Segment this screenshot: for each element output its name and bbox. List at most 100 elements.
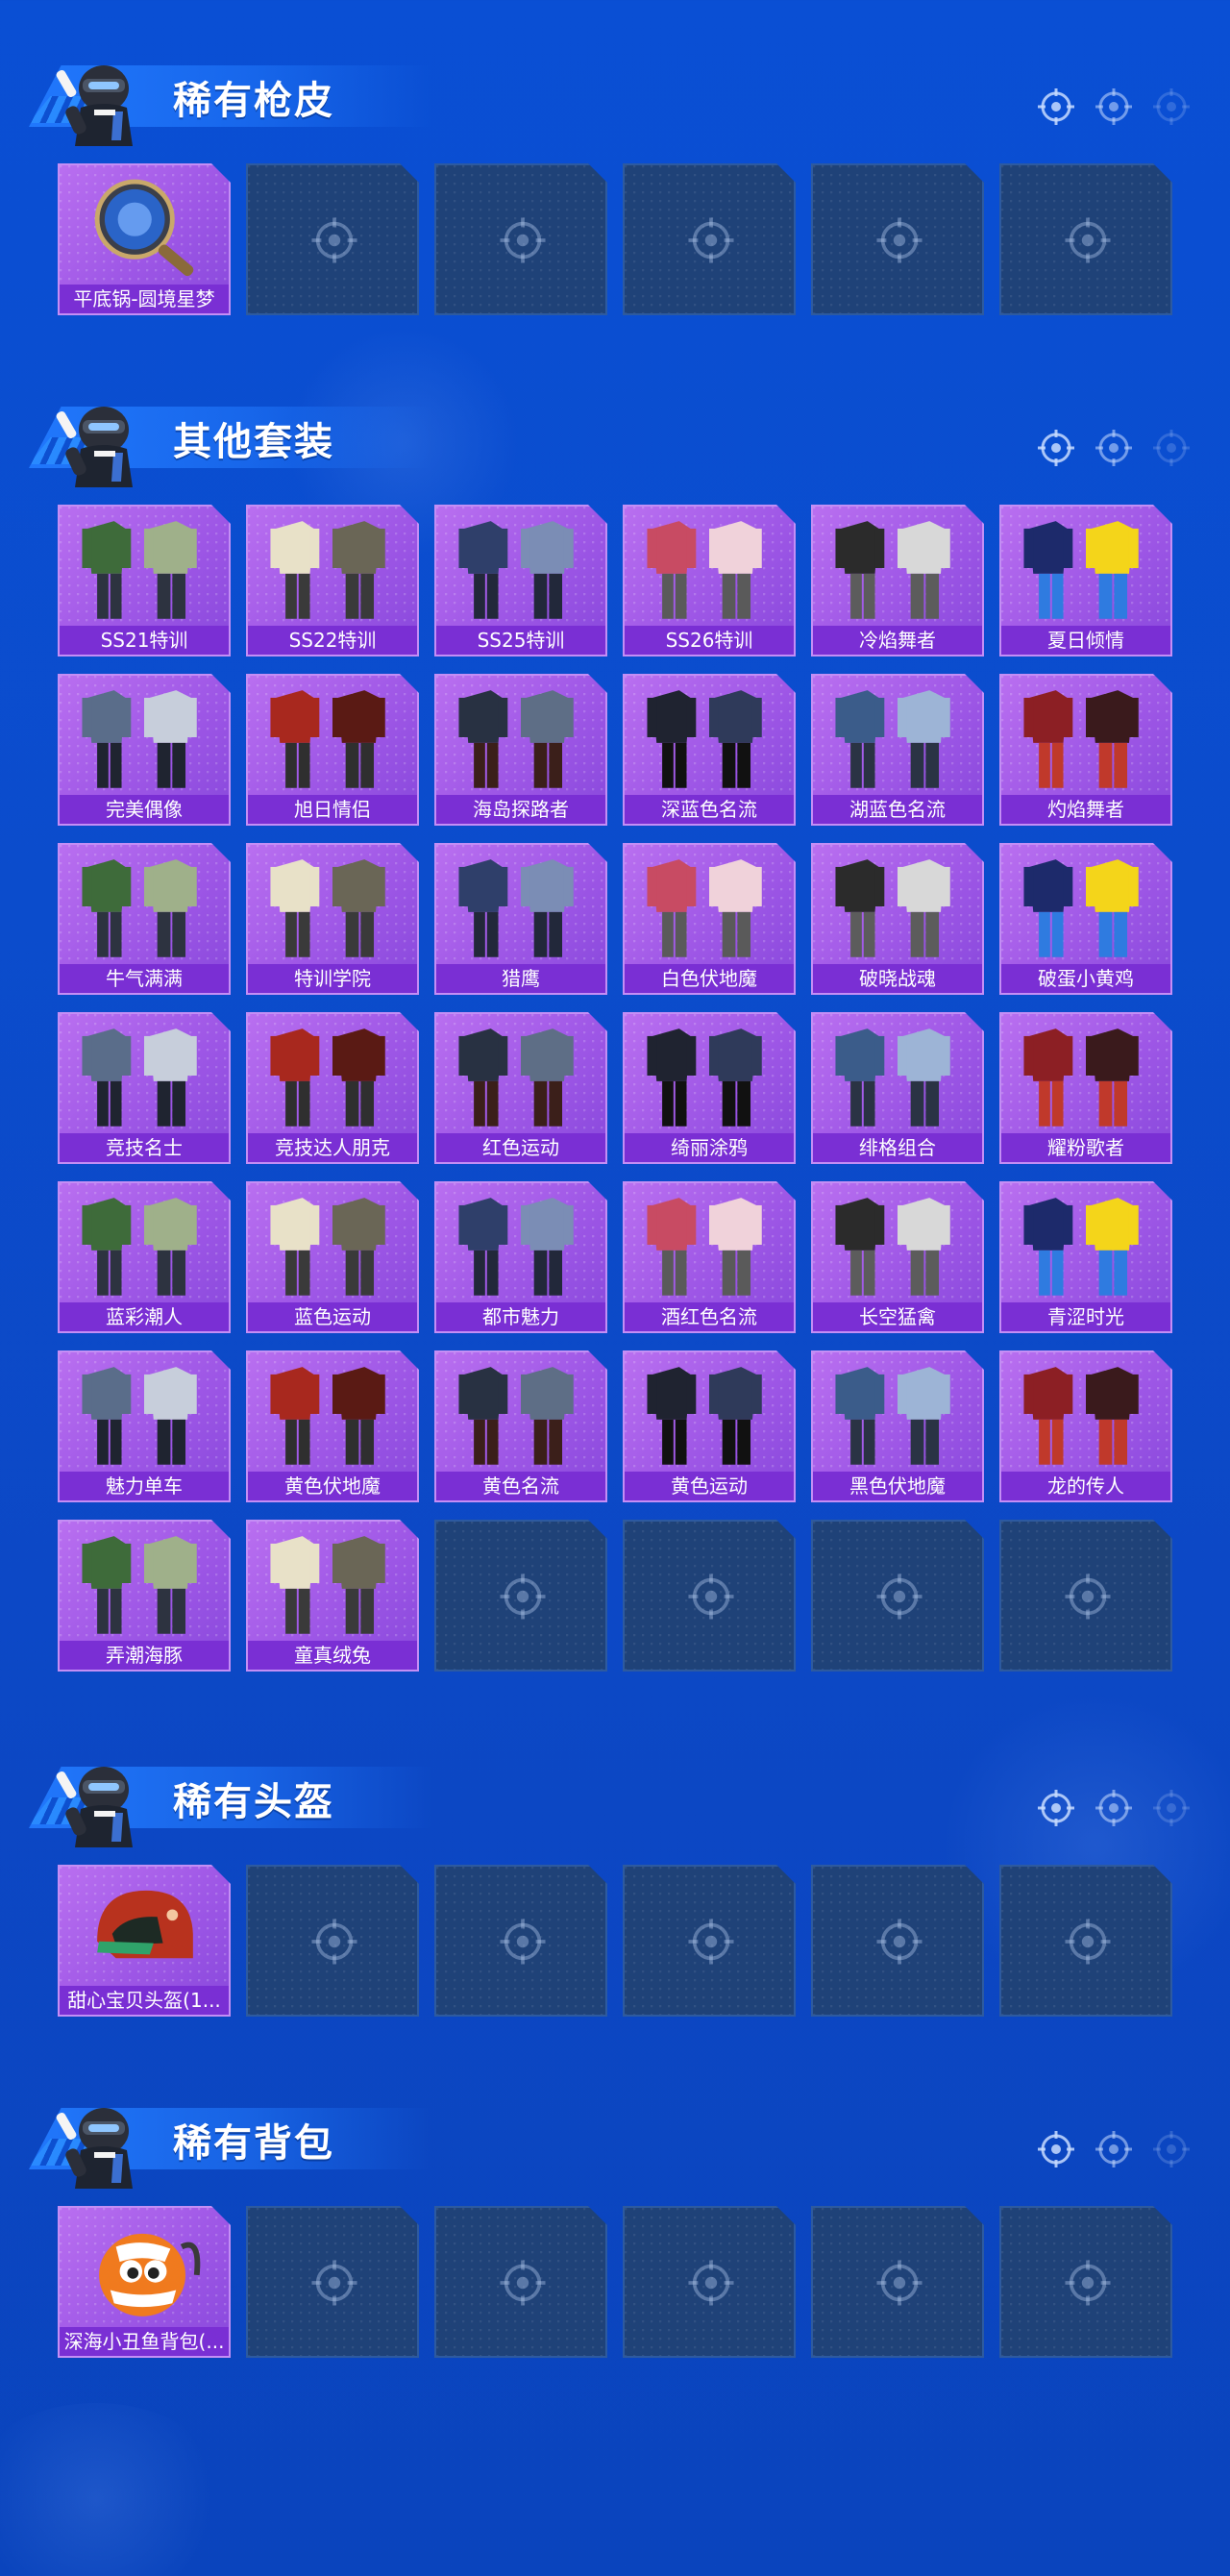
crosshair-icon	[1036, 2129, 1076, 2169]
outfit-icon	[813, 1183, 982, 1306]
crosshair-icon	[686, 2258, 736, 2308]
item-tile[interactable]: 竞技名士	[58, 1012, 231, 1164]
empty-slot[interactable]	[999, 1520, 1172, 1672]
item-tile[interactable]: 完美偶像	[58, 674, 231, 826]
item-label: 灼焰舞者	[1001, 795, 1170, 824]
item-tile[interactable]: 黑色伏地魔	[811, 1350, 984, 1502]
item-tile[interactable]: 海岛探路者	[434, 674, 607, 826]
crosshair-icon	[498, 2258, 548, 2308]
outfit-icon	[436, 1183, 605, 1306]
item-label: 弄潮海豚	[60, 1641, 229, 1670]
item-tile[interactable]: 夏日倾情	[999, 505, 1172, 656]
empty-slot[interactable]	[623, 1865, 796, 2017]
item-tile[interactable]: 绮丽涂鸦	[623, 1012, 796, 1164]
item-tile[interactable]: 红色运动	[434, 1012, 607, 1164]
outfit-icon	[60, 676, 229, 799]
item-tile[interactable]: 特训学院	[246, 843, 419, 995]
outfit-icon	[436, 1014, 605, 1137]
item-label: 深海小丑鱼背包(...	[60, 2327, 229, 2356]
empty-slot[interactable]	[999, 2206, 1172, 2358]
empty-slot[interactable]	[434, 1520, 607, 1672]
item-tile[interactable]: 牛气满满	[58, 843, 231, 995]
crosshair-icon	[1151, 87, 1192, 127]
crosshair-icon	[686, 215, 736, 265]
section-header: 稀有背包	[0, 2071, 1230, 2189]
item-tile[interactable]: 耀粉歌者	[999, 1012, 1172, 1164]
empty-slot[interactable]	[246, 163, 419, 315]
item-tile[interactable]: 黄色伏地魔	[246, 1350, 419, 1502]
item-label: 湖蓝色名流	[813, 795, 982, 824]
item-tile[interactable]: 破晓战魂	[811, 843, 984, 995]
item-tile[interactable]: SS25特训	[434, 505, 607, 656]
outfit-icon	[625, 507, 794, 630]
crosshair-icon	[1063, 1572, 1113, 1622]
collection-section: 稀有头盔 甜心宝贝头盔(1...	[0, 1730, 1230, 2017]
crosshair-decoration	[1036, 428, 1192, 468]
outfit-icon	[1001, 507, 1170, 630]
outfit-icon	[625, 1183, 794, 1306]
section-header: 稀有头盔	[0, 1730, 1230, 1847]
empty-slot[interactable]	[623, 2206, 796, 2358]
item-label: SS25特训	[436, 626, 605, 655]
item-tile[interactable]: 破蛋小黄鸡	[999, 843, 1172, 995]
item-tile[interactable]: 灼焰舞者	[999, 674, 1172, 826]
item-tile[interactable]: 酒红色名流	[623, 1181, 796, 1333]
item-tile[interactable]: 黄色名流	[434, 1350, 607, 1502]
item-tile[interactable]: 蓝色运动	[246, 1181, 419, 1333]
item-tile[interactable]: 深蓝色名流	[623, 674, 796, 826]
item-label: 绮丽涂鸦	[625, 1133, 794, 1162]
empty-slot[interactable]	[246, 1865, 419, 2017]
empty-slot[interactable]	[999, 1865, 1172, 2017]
empty-slot[interactable]	[811, 1520, 984, 1672]
item-tile[interactable]: 平底锅-圆境星梦	[58, 163, 231, 315]
item-tile[interactable]: 绯格组合	[811, 1012, 984, 1164]
crosshair-icon	[309, 2258, 359, 2308]
empty-slot[interactable]	[811, 1865, 984, 2017]
crosshair-decoration	[1036, 2129, 1192, 2169]
item-label: 龙的传人	[1001, 1472, 1170, 1500]
item-tile[interactable]: 旭日情侣	[246, 674, 419, 826]
empty-slot[interactable]	[999, 163, 1172, 315]
item-tile[interactable]: SS22特训	[246, 505, 419, 656]
item-label: 竞技名士	[60, 1133, 229, 1162]
empty-slot[interactable]	[623, 1520, 796, 1672]
crosshair-icon	[874, 1917, 924, 1967]
item-tile[interactable]: 童真绒兔	[246, 1520, 419, 1672]
item-tile[interactable]: 龙的传人	[999, 1350, 1172, 1502]
outfit-icon	[625, 1352, 794, 1475]
item-tile[interactable]: 魅力单车	[58, 1350, 231, 1502]
outfit-icon	[248, 1014, 417, 1137]
item-tile[interactable]: SS26特训	[623, 505, 796, 656]
item-tile[interactable]: 黄色运动	[623, 1350, 796, 1502]
item-tile[interactable]: 甜心宝贝头盔(1...	[58, 1865, 231, 2017]
item-tile[interactable]: 深海小丑鱼背包(...	[58, 2206, 231, 2358]
item-tile[interactable]: 蓝彩潮人	[58, 1181, 231, 1333]
item-tile[interactable]: 白色伏地魔	[623, 843, 796, 995]
item-tile[interactable]: 猎鹰	[434, 843, 607, 995]
item-tile[interactable]: 冷焰舞者	[811, 505, 984, 656]
item-label: SS21特训	[60, 626, 229, 655]
item-tile[interactable]: 弄潮海豚	[58, 1520, 231, 1672]
empty-slot[interactable]	[434, 2206, 607, 2358]
item-tile[interactable]: 湖蓝色名流	[811, 674, 984, 826]
empty-slot[interactable]	[434, 1865, 607, 2017]
outfit-icon	[813, 1014, 982, 1137]
item-label: 破晓战魂	[813, 964, 982, 993]
item-label: 黄色名流	[436, 1472, 605, 1500]
section-title: 其他套装	[173, 420, 334, 464]
empty-slot[interactable]	[623, 163, 796, 315]
item-label: 蓝彩潮人	[60, 1302, 229, 1331]
item-tile[interactable]: 长空猛禽	[811, 1181, 984, 1333]
crosshair-decoration	[1036, 1788, 1192, 1828]
item-label: 旭日情侣	[248, 795, 417, 824]
item-tile[interactable]: 都市魅力	[434, 1181, 607, 1333]
empty-slot[interactable]	[811, 163, 984, 315]
item-tile[interactable]: SS21特训	[58, 505, 231, 656]
empty-slot[interactable]	[434, 163, 607, 315]
empty-slot[interactable]	[811, 2206, 984, 2358]
item-tile[interactable]: 竞技达人朋克	[246, 1012, 419, 1164]
item-label: 特训学院	[248, 964, 417, 993]
item-tile[interactable]: 青涩时光	[999, 1181, 1172, 1333]
crosshair-icon	[686, 1917, 736, 1967]
empty-slot[interactable]	[246, 2206, 419, 2358]
